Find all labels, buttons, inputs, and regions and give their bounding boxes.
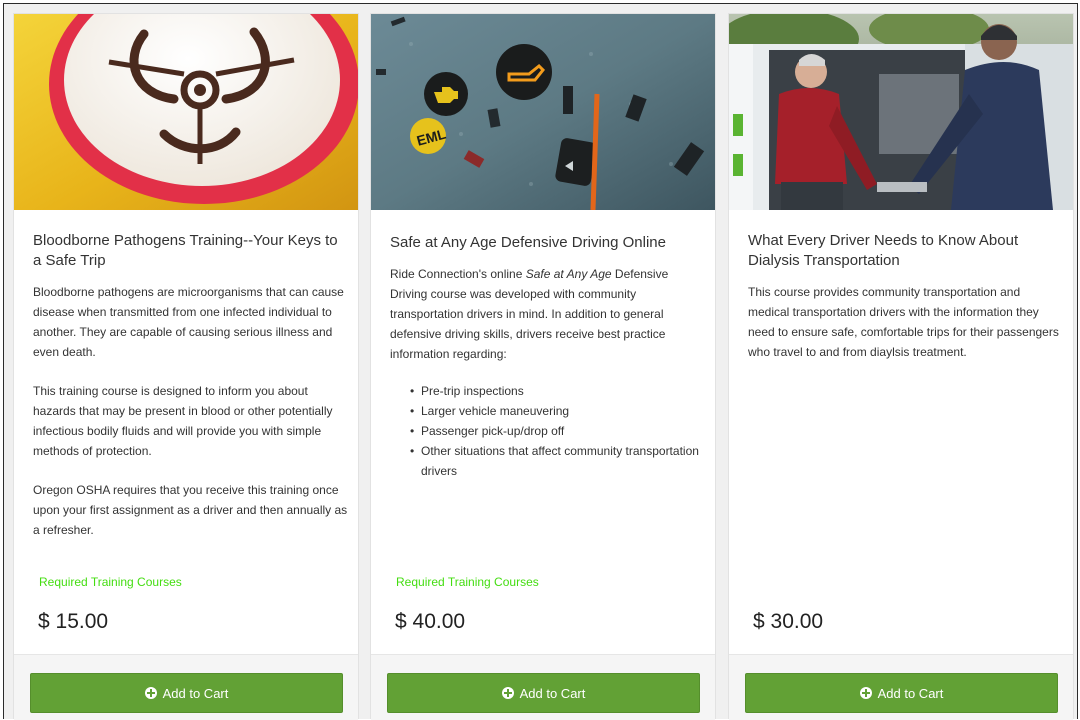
list-item: Other situations that affect community t… — [410, 441, 705, 481]
category-link[interactable]: Required Training Courses — [39, 575, 182, 589]
description-paragraph: Oregon OSHA requires that you receive th… — [33, 483, 348, 537]
description-paragraph: This training course is designed to info… — [33, 384, 333, 458]
plus-circle-icon — [501, 687, 514, 699]
add-to-cart-label: Add to Cart — [877, 685, 944, 701]
add-to-cart-label: Add to Cart — [519, 685, 586, 701]
card-footer: Add to Cart — [729, 654, 1073, 720]
card-footer: Add to Cart — [371, 654, 715, 720]
course-name-emphasis: Safe at Any Age — [525, 267, 612, 281]
list-item: Passenger pick-up/drop off — [410, 421, 705, 441]
course-price: $ 40.00 — [395, 610, 466, 633]
course-title[interactable]: What Every Driver Needs to Know About Di… — [748, 231, 1058, 271]
course-title[interactable]: Bloodborne Pathogens Training--Your Keys… — [33, 231, 343, 271]
add-to-cart-label: Add to Cart — [162, 685, 229, 701]
description-paragraph: Bloodborne pathogens are microorganisms … — [33, 285, 344, 359]
list-item: Pre-trip inspections — [410, 381, 705, 401]
biohazard-image — [14, 14, 358, 210]
course-card-bloodborne: Bloodborne Pathogens Training--Your Keys… — [13, 13, 359, 720]
course-catalog: Bloodborne Pathogens Training--Your Keys… — [3, 3, 1078, 720]
course-price: $ 15.00 — [38, 610, 109, 633]
course-card-defensive-driving: EML Safe at Any Age Defensive Driving On… — [370, 13, 716, 720]
topic-list: Pre-trip inspections Larger vehicle mane… — [410, 381, 705, 481]
category-link[interactable]: Required Training Courses — [396, 575, 539, 589]
course-description: Ride Connection's online Safe at Any Age… — [390, 264, 705, 481]
course-description: This course provides community transport… — [748, 282, 1063, 381]
course-title[interactable]: Safe at Any Age Defensive Driving Online — [390, 233, 700, 253]
plus-circle-icon — [144, 687, 157, 699]
dashboard-lights-image: EML — [371, 14, 715, 210]
description-paragraph: This course provides community transport… — [748, 285, 1059, 359]
course-price: $ 30.00 — [753, 610, 824, 633]
add-to-cart-button[interactable]: Add to Cart — [387, 673, 700, 713]
card-footer: Add to Cart — [14, 654, 358, 720]
description-paragraph: Ride Connection's online Safe at Any Age… — [390, 267, 669, 361]
course-card-dialysis: What Every Driver Needs to Know About Di… — [728, 13, 1074, 720]
plus-circle-icon — [859, 687, 872, 699]
add-to-cart-button[interactable]: Add to Cart — [30, 673, 343, 713]
add-to-cart-button[interactable]: Add to Cart — [745, 673, 1058, 713]
passenger-assist-image — [729, 14, 1073, 210]
course-description: Bloodborne pathogens are microorganisms … — [33, 282, 348, 559]
list-item: Larger vehicle maneuvering — [410, 401, 705, 421]
